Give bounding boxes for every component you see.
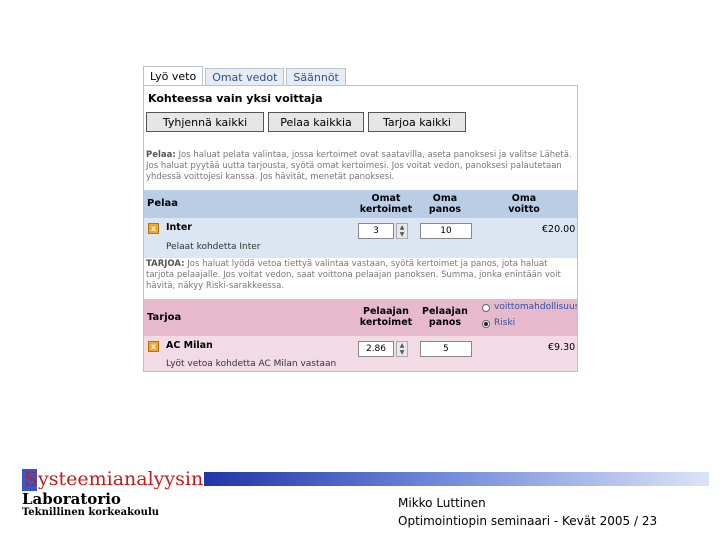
own-stake-input[interactable]: 10 xyxy=(420,223,472,239)
player-stake-header: Pelaajan panos xyxy=(418,306,472,328)
odds-stepper-icon[interactable]: ▲ ▼ xyxy=(396,223,408,239)
market-heading: Kohteessa vain yksi voittaja xyxy=(148,92,323,105)
remove-icon[interactable]: x xyxy=(148,341,159,352)
odds-stepper-icon[interactable]: ▲ ▼ xyxy=(396,341,408,357)
player-odds-header-line2: kertoimet xyxy=(359,317,413,328)
logo-initial: S xyxy=(24,467,38,491)
player-stake-header-line1: Pelaajan xyxy=(422,306,468,317)
own-win-header: Oma voitto xyxy=(494,193,554,215)
tab-omat-vedot[interactable]: Omat vedot xyxy=(205,68,285,86)
risk-value: €9.30 xyxy=(548,342,576,353)
play-info-label: Pelaa: xyxy=(146,150,176,160)
tab-bar: Lyö veto Omat vedot Säännöt xyxy=(143,66,348,86)
player-stake-header-line2: panos xyxy=(428,317,462,328)
own-win-value: €20.00 xyxy=(542,224,576,235)
tab-lyo-veto[interactable]: Lyö veto xyxy=(143,66,204,86)
offer-info-label: TARJOA: xyxy=(146,259,185,269)
play-selection-note: Pelaat kohdetta Inter xyxy=(166,242,261,252)
offer-info-text: TARJOA: Jos haluat lyödä vetoa tiettyä v… xyxy=(146,259,574,292)
offer-selection-name: AC Milan xyxy=(166,340,213,351)
player-stake-input[interactable]: 5 xyxy=(420,341,472,357)
tab-saannot[interactable]: Säännöt xyxy=(286,68,346,86)
play-selection-name: Inter xyxy=(166,222,192,233)
offer-section-title: Tarjoa xyxy=(147,312,182,323)
play-info-text: Pelaa: Jos haluat pelata valintaa, jossa… xyxy=(146,150,574,183)
own-win-header-line1: Oma xyxy=(511,193,537,204)
own-odds-input[interactable]: 3 xyxy=(358,223,394,239)
remove-icon[interactable]: x xyxy=(148,223,159,234)
seminar-info: Optimointiopin seminaari - Kevät 2005 / … xyxy=(398,514,658,528)
lab-name: Laboratorio xyxy=(22,490,121,508)
player-odds-header-line1: Pelaajan xyxy=(363,306,409,317)
own-odds-header-line2: kertoimet xyxy=(359,204,413,215)
offer-selection-note: Lyöt vetoa kohdetta AC Milan vastaan xyxy=(166,359,337,369)
offer-all-button[interactable]: Tarjoa kaikki xyxy=(368,112,466,132)
clear-all-button[interactable]: Tyhjennä kaikki xyxy=(146,112,264,132)
player-odds-input[interactable]: 2.86 xyxy=(358,341,394,357)
play-section-title: Pelaa xyxy=(147,198,179,209)
offer-header-band: Tarjoa Pelaajan kertoimet Pelaajan panos v… xyxy=(144,299,577,336)
own-win-header-line2: voitto xyxy=(508,204,540,215)
risk-radio-label[interactable]: Riski xyxy=(494,318,515,328)
offer-row: x AC Milan 2.86 ▲ ▼ 5 €9.30 Lyöt vetoa ko… xyxy=(144,336,577,371)
play-row: x Inter 3 ▲ ▼ 10 €20.00 Pelaat kohdetta I… xyxy=(144,218,577,258)
own-stake-header-line2: panos xyxy=(428,204,462,215)
player-odds-header: Pelaajan kertoimet xyxy=(356,306,416,328)
betting-panel-screenshot: Lyö veto Omat vedot Säännöt Kohteessa va… xyxy=(143,66,578,372)
offer-info-body: Jos haluat lyödä vetoa tiettyä valintaa … xyxy=(146,259,561,291)
logo-text: ysteemianalyysin xyxy=(38,468,204,490)
own-stake-header-line1: Oma xyxy=(432,193,458,204)
play-header-band: Pelaa Omat kertoimet Oma panos Oma voitto xyxy=(144,190,577,218)
bet-form: Kohteessa vain yksi voittaja Tyhjennä ka… xyxy=(143,85,578,372)
author-name: Mikko Luttinen xyxy=(398,496,486,510)
win-chance-radio[interactable] xyxy=(482,304,490,312)
school-name: Teknillinen korkeakoulu xyxy=(22,507,160,518)
footer-gradient-bar xyxy=(204,472,709,486)
own-stake-header: Oma panos xyxy=(418,193,472,215)
play-info-body: Jos haluat pelata valintaa, jossa kertoi… xyxy=(146,150,572,182)
play-all-button[interactable]: Pelaa kaikkia xyxy=(268,112,364,132)
own-odds-header: Omat kertoimet xyxy=(356,193,416,215)
own-odds-header-line1: Omat xyxy=(371,193,401,204)
risk-radio[interactable] xyxy=(482,320,490,328)
win-chance-radio-label[interactable]: voittomahdollisuus xyxy=(494,302,577,312)
